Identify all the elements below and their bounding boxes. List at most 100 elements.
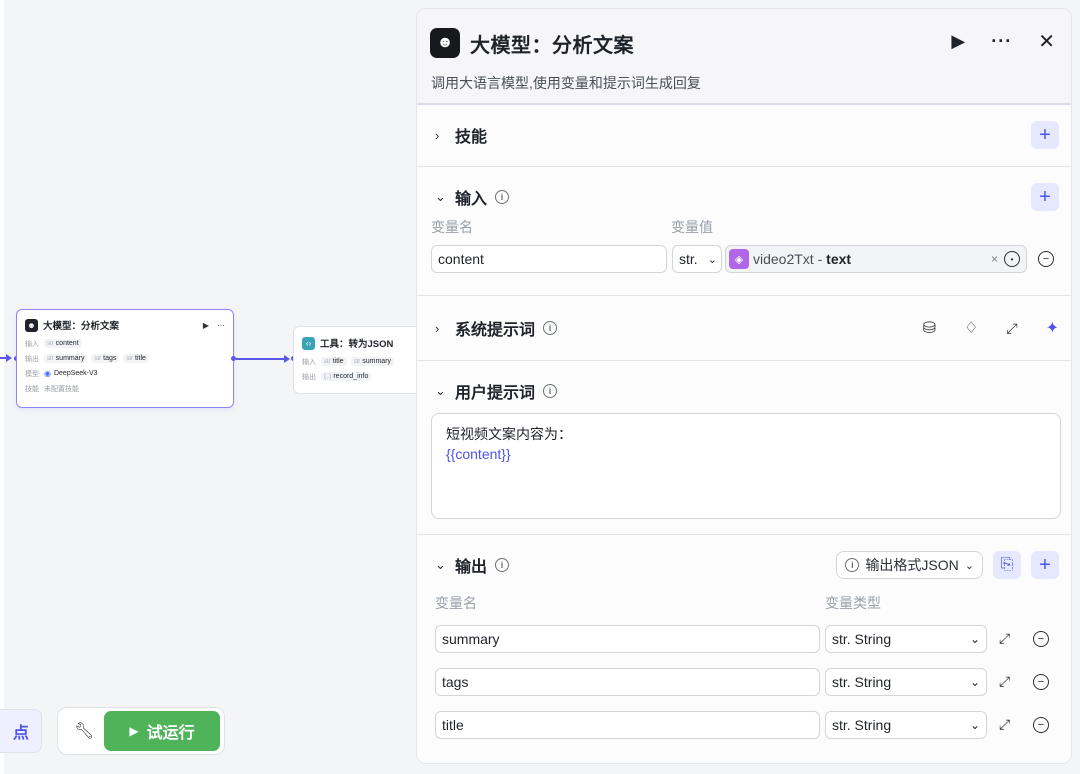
output-format-select[interactable]: i 输出格式JSON ⌄ [836, 551, 983, 579]
llm-node-skill-key: 技能 [25, 385, 39, 393]
clear-icon[interactable]: × [991, 252, 998, 266]
llm-node[interactable]: ☻ 大模型：分析文案 ▶ ··· 输入 str content 输出 str sum… [16, 309, 234, 408]
run-node-icon[interactable]: ▶ [951, 31, 965, 52]
wrench-icon[interactable]: 🔧︎ [74, 721, 104, 741]
llm-to-tool-edge [236, 358, 286, 360]
expand-icon[interactable]: ⤢ [1006, 320, 1017, 337]
output-var-name-field[interactable]: title [435, 711, 820, 739]
more-icon[interactable]: ··· [991, 31, 1012, 52]
input-var-name-field[interactable]: content [431, 245, 667, 273]
llm-logo-icon: ☻ [430, 28, 460, 58]
add-output-button[interactable]: + [1031, 551, 1059, 579]
chevron-down-icon[interactable]: ⌄ [435, 189, 455, 205]
output-section-title[interactable]: 输出 [455, 553, 487, 577]
llm-node-output-chip: str title [123, 354, 149, 363]
llm-node-output-chip: str tags [91, 354, 120, 363]
tool-node-title: 工具：转为JSON [320, 339, 394, 350]
add-input-button[interactable]: + [1031, 183, 1059, 211]
llm-node-model-value: DeepSeek-V3 [53, 370, 98, 377]
info-icon: i [845, 558, 860, 572]
chevron-down-icon[interactable]: ⌄ [435, 557, 455, 573]
node-config-panel: ☻ 大模型：分析文案 ▶ ··· ✕ 调用大语言模型,使用变量和提示词生成回复 … [416, 8, 1072, 764]
info-icon[interactable]: i [543, 321, 558, 335]
input-var-ref-field[interactable]: ◈ video2Txt - text × • [725, 245, 1027, 273]
input-col-name-label: 变量名 [431, 219, 473, 235]
llm-node-more-icon[interactable]: ··· [217, 321, 225, 330]
cube-icon: ◈ [729, 249, 749, 269]
remove-output-icon[interactable]: − [1033, 674, 1049, 690]
chevron-down-icon: ⌄ [969, 718, 980, 732]
chevron-down-icon: ⌄ [969, 632, 980, 646]
input-section: ⌄ 输入 i + 变量名 变量值 content str. ⌄ ◈ video2T… [417, 167, 1071, 296]
info-icon[interactable]: i [495, 190, 510, 204]
model-logo-icon: ◉ [44, 369, 51, 378]
llm-node-skill-value: 未配置技能 [44, 385, 79, 393]
llm-node-input-key: 输入 [25, 340, 39, 348]
output-var-type-select[interactable]: str. String ⌄ [825, 668, 987, 696]
run-toolbar: 🔧︎ ▶ 试运行 [57, 707, 225, 755]
info-icon[interactable]: i [543, 384, 558, 398]
llm-node-icon: ☻ [25, 318, 38, 332]
output-var-type-select[interactable]: str. String ⌄ [825, 711, 987, 739]
chevron-down-icon: ⌄ [964, 559, 974, 572]
lightbulb-icon[interactable]: ♢ [964, 318, 978, 338]
output-var-type-select[interactable]: str. String ⌄ [825, 625, 987, 653]
tool-node-output-key: 输出 [302, 373, 316, 381]
expand-icon[interactable]: ⤢ [999, 716, 1010, 733]
add-skill-button[interactable]: + [1031, 121, 1059, 149]
input-var-type-select[interactable]: str. ⌄ [672, 245, 722, 273]
remove-output-icon[interactable]: − [1033, 631, 1049, 647]
llm-node-output-key: 输出 [25, 355, 39, 363]
llm-to-tool-arrow [284, 355, 290, 363]
test-run-label: 试运行 [146, 725, 195, 742]
output-var-name-field[interactable]: summary [435, 625, 820, 653]
tool-node-output-chip: {..} record_info [321, 372, 372, 381]
tool-node-input-chip: str title [321, 357, 347, 366]
llm-node-title: 大模型：分析文案 [43, 321, 120, 332]
ref-node-name: video2Txt [753, 251, 814, 267]
chevron-right-icon[interactable]: › [435, 321, 455, 336]
expand-icon[interactable]: ⤢ [999, 630, 1010, 647]
user-prompt-title[interactable]: 用户提示词 [455, 379, 535, 403]
panel-header: ☻ 大模型：分析文案 ▶ ··· ✕ 调用大语言模型,使用变量和提示词生成回复 [417, 9, 1071, 105]
play-icon: ▶ [129, 724, 139, 738]
user-prompt-variable: {{content}} [446, 446, 511, 462]
prompt-library-icon[interactable]: ⛁ [923, 318, 936, 338]
output-col-name-label: 变量名 [435, 595, 477, 611]
skills-section-title[interactable]: 技能 [455, 123, 487, 147]
chevron-down-icon[interactable]: ⌄ [435, 383, 455, 399]
code-icon: ‹› [302, 336, 315, 350]
test-run-button[interactable]: ▶ 试运行 [104, 711, 220, 751]
user-prompt-section: ⌄ 用户提示词 i 短视频文案内容为： {{content}} [417, 361, 1071, 535]
tool-node-input-chip: str summary [350, 357, 395, 366]
import-icon[interactable]: ⎘ [993, 551, 1021, 579]
llm-node-output-chip: str summary [44, 354, 88, 363]
chevron-right-icon[interactable]: › [435, 128, 455, 143]
output-col-type-label: 变量类型 [825, 595, 881, 611]
variable-picker-icon[interactable]: • [1004, 251, 1020, 267]
output-var-name-field[interactable]: tags [435, 668, 820, 696]
input-section-title[interactable]: 输入 [455, 185, 487, 209]
output-format-label: 输出格式JSON [865, 557, 959, 573]
add-node-button[interactable]: 点 [0, 709, 42, 753]
close-icon[interactable]: ✕ [1038, 29, 1055, 54]
system-prompt-section: › 系统提示词 i ⛁ ♢ ⤢ ✦ [417, 296, 1071, 361]
output-section: ⌄ 输出 i i 输出格式JSON ⌄ ⎘ + 变量名 变量类型 summary… [417, 535, 1071, 763]
llm-node-model-key: 模型 [25, 370, 39, 378]
chevron-down-icon: ⌄ [707, 253, 717, 266]
tool-node-input-key: 输入 [302, 358, 316, 366]
llm-node-run-icon[interactable]: ▶ [203, 321, 209, 330]
add-node-label-fragment: 点 [12, 725, 29, 742]
remove-input-icon[interactable]: − [1038, 251, 1054, 267]
info-icon[interactable]: i [495, 558, 510, 572]
skills-section: › 技能 + [417, 105, 1071, 167]
remove-output-icon[interactable]: − [1033, 717, 1049, 733]
canvas-edge [0, 0, 4, 774]
input-col-value-label: 变量值 [671, 219, 713, 235]
tool-node[interactable]: ‹› 工具：转为JSON 输入 str title str summary 输出 {… [293, 326, 433, 394]
panel-title[interactable]: 大模型：分析文案 [470, 29, 634, 58]
ai-sparkle-icon[interactable]: ✦ [1046, 318, 1059, 338]
user-prompt-editor[interactable]: 短视频文案内容为： {{content}} [431, 413, 1061, 519]
system-prompt-title[interactable]: 系统提示词 [455, 316, 535, 340]
expand-icon[interactable]: ⤢ [999, 673, 1010, 690]
